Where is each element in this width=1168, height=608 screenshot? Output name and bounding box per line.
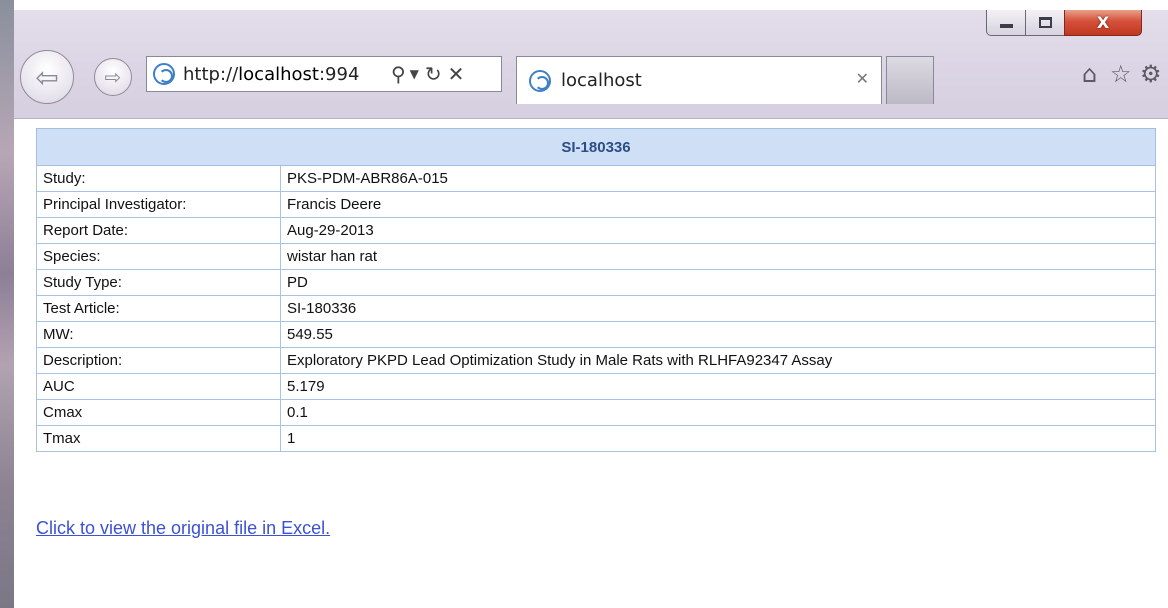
report-title: SI-180336 [36,128,1156,166]
row-label: Study Type: [36,269,281,296]
study-report-table: SI-180336 Study: PKS-PDM-ABR86A-015 Prin… [36,128,1156,452]
row-value: 0.1 [280,399,1156,426]
address-bar[interactable]: http://localhost:994 ⚲ ▼ ↻ ✕ [146,56,502,92]
row-value: PD [280,269,1156,296]
back-arrow-icon: ⇦ [35,60,59,94]
view-in-excel-link[interactable]: Click to view the original file in Excel… [36,518,330,539]
close-window-button[interactable]: X [1064,10,1142,36]
forward-button[interactable]: ⇨ [94,58,132,96]
table-row: Species: wistar han rat [36,243,1156,270]
home-icon[interactable]: ⌂ [1082,60,1097,88]
table-row: Cmax 0.1 [36,399,1156,426]
url-host: localhost [238,63,319,85]
table-row: MW: 549.55 [36,321,1156,348]
close-icon: X [1096,13,1110,32]
row-value: Francis Deere [280,191,1156,218]
row-label: Study: [36,165,281,192]
row-value: SI-180336 [280,295,1156,322]
row-label: Tmax [36,425,281,452]
row-value: 549.55 [280,321,1156,348]
minimize-icon [999,23,1013,28]
row-value: wistar han rat [280,243,1156,270]
ie-logo-icon [529,69,551,92]
url-input[interactable]: http://localhost:994 [183,64,383,85]
row-value: 1 [280,425,1156,452]
row-label: Description: [36,347,281,374]
minimize-button[interactable] [986,10,1026,36]
tab-localhost[interactable]: localhost ✕ [516,56,882,104]
table-row: AUC 5.179 [36,373,1156,400]
table-row: Report Date: Aug-29-2013 [36,217,1156,244]
row-label: AUC [36,373,281,400]
table-row: Principal Investigator: Francis Deere [36,191,1156,218]
table-row: Description: Exploratory PKPD Lead Optim… [36,347,1156,374]
dropdown-icon[interactable]: ▼ [410,67,419,81]
gear-icon[interactable]: ⚙ [1140,60,1162,88]
refresh-icon[interactable]: ↻ [425,62,442,86]
back-button[interactable]: ⇦ [20,50,74,104]
url-suffix: :994 [318,63,360,85]
maximize-icon [1038,17,1052,28]
ie-logo-icon [153,63,175,85]
star-icon[interactable]: ☆ [1110,60,1132,88]
row-label: Report Date: [36,217,281,244]
table-row: Tmax 1 [36,425,1156,452]
row-value: Exploratory PKPD Lead Optimization Study… [280,347,1156,374]
search-icon[interactable]: ⚲ [391,62,406,86]
tab-close-icon[interactable]: ✕ [856,69,869,88]
new-tab-button[interactable] [886,56,934,104]
url-prefix: http:// [183,63,239,85]
row-value: PKS-PDM-ABR86A-015 [280,165,1156,192]
tab-title: localhost [561,70,642,91]
row-value: Aug-29-2013 [280,217,1156,244]
row-label: Principal Investigator: [36,191,281,218]
window-top-edge [0,0,1168,10]
row-label: Cmax [36,399,281,426]
table-row: Study Type: PD [36,269,1156,296]
maximize-button[interactable] [1025,10,1065,36]
stop-icon[interactable]: ✕ [448,62,465,86]
forward-arrow-icon: ⇨ [104,65,122,89]
desktop-edge [0,0,14,608]
page-content: SI-180336 Study: PKS-PDM-ABR86A-015 Prin… [14,119,1168,608]
table-row: Test Article: SI-180336 [36,295,1156,322]
table-header-row: SI-180336 [36,128,1156,166]
row-label: Test Article: [36,295,281,322]
row-label: MW: [36,321,281,348]
row-label: Species: [36,243,281,270]
row-value: 5.179 [280,373,1156,400]
table-row: Study: PKS-PDM-ABR86A-015 [36,165,1156,192]
